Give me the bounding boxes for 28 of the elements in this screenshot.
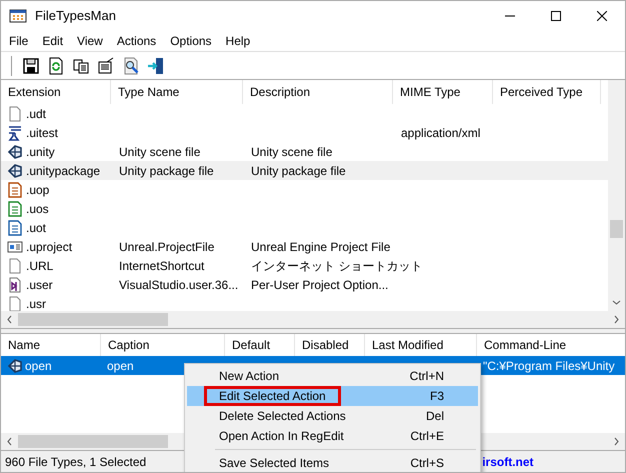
status-text: 960 File Types, 1 Selected — [5, 454, 146, 470]
table-cell-text: Unity package file — [119, 162, 214, 180]
window-title: FileTypesMan — [35, 7, 116, 26]
table-cell-text: Unity scene file — [251, 144, 332, 160]
table-cell-text: .user — [26, 276, 53, 294]
table-cell-text: .URL — [26, 258, 54, 274]
table-cell-text: .uot — [26, 220, 46, 236]
highlighted-label: Edit Selected Action — [204, 386, 341, 406]
table-cell-text: VisualStudio.user.36... — [119, 276, 238, 294]
table-cell-text: Per-User Project Option... — [251, 276, 388, 294]
table-cell-text: .uop — [26, 182, 50, 198]
table-cell-text: "C:¥Program Files¥Unity — [483, 358, 615, 374]
table-cell-text: .uproject — [26, 238, 72, 256]
table-cell-text: .udt — [26, 106, 46, 122]
table-cell-text: .uos — [26, 200, 49, 218]
table-cell-text: Unreal.ProjectFile — [119, 238, 214, 256]
table-cell-text: .usr — [26, 296, 46, 311]
table-cell-text: open — [107, 358, 134, 374]
table-cell-text: InternetShortcut — [119, 258, 204, 274]
table-cell-text: Unity package file — [251, 162, 346, 180]
table-cell-text: Unreal Engine Project File — [251, 238, 390, 256]
table-cell-text: .uitest — [26, 124, 58, 142]
table-cell-text: .unitypackage — [26, 162, 100, 180]
table-cell-text: open — [25, 358, 52, 374]
table-cell-text: application/xml — [401, 124, 480, 142]
table-cell-text: インターネット ショートカット — [251, 258, 422, 274]
table-cell-text: .unity — [26, 144, 55, 160]
table-cell-text: Unity scene file — [119, 144, 200, 160]
